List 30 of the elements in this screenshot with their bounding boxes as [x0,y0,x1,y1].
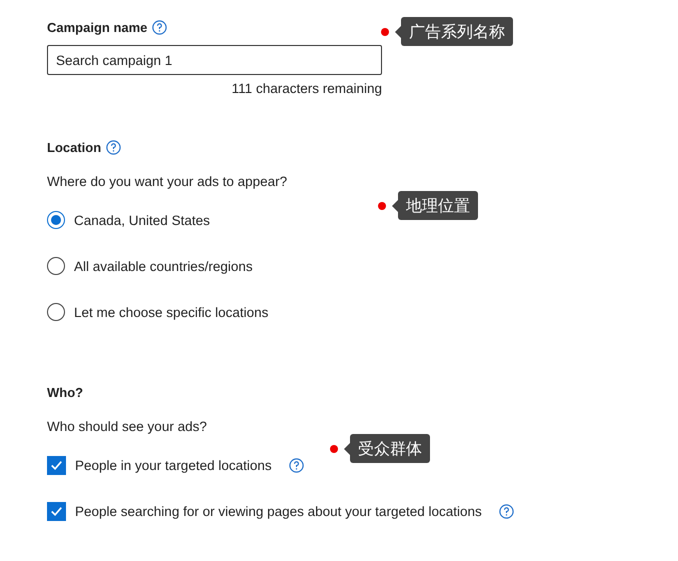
option-label: People searching for or viewing pages about your targeted locations [75,504,482,518]
marker-dot [381,28,389,36]
help-icon[interactable] [498,504,514,518]
checkbox[interactable] [47,502,66,520]
question-text: Where do you want your ads to appear? [47,174,288,189]
help-icon[interactable] [152,20,168,34]
callout-pointer-icon [395,26,401,38]
checkbox[interactable] [47,456,66,474]
callout-pointer-icon [344,442,350,454]
option-label: All available countries/regions [74,258,253,274]
radio-button[interactable] [47,257,65,275]
marker-dot [378,202,386,210]
option-label: Let me choose specific locations [74,304,268,320]
help-icon[interactable] [288,458,304,472]
section-heading: Location [47,140,102,154]
campaign-name-field[interactable]: Search campaign 1 [47,45,382,75]
section-heading: Who? [47,384,84,400]
callout-label: 受众群体 [350,434,430,463]
option-label: People in your targeted locations [75,458,272,472]
callout-label: 地理位置 [398,191,478,220]
characters-remaining: 111 characters remaining [232,81,382,96]
radio-button[interactable] [47,211,65,229]
radio-button[interactable] [47,303,65,321]
question-text: Who should see your ads? [47,419,208,434]
callout-label: 广告系列名称 [401,17,513,46]
option-label: Canada, United States [74,212,210,228]
callout-pointer-icon [392,200,398,212]
field-label: Campaign name [47,20,148,34]
marker-dot [330,444,338,452]
help-icon[interactable] [106,140,122,154]
